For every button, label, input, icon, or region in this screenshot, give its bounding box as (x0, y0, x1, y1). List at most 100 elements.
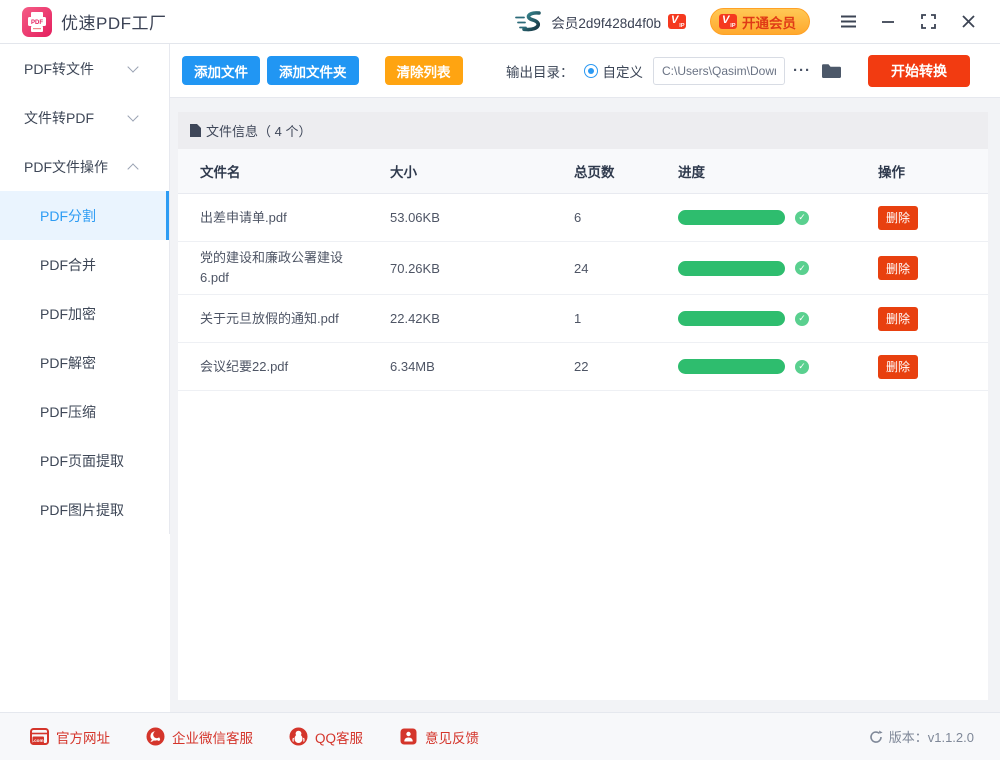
progress-cell: ✓ (678, 261, 878, 276)
progress-cell: ✓ (678, 210, 878, 225)
footer-link-label: QQ客服 (315, 727, 363, 747)
delete-button[interactable]: 删除 (878, 256, 918, 280)
footer-link[interactable]: .com (399, 727, 479, 747)
sidebar-item[interactable]: PDF解密 (0, 338, 169, 387)
delete-button[interactable]: 删除 (878, 206, 918, 230)
folder-icon (821, 63, 842, 79)
chevron-icon (127, 110, 138, 121)
progress-bar (678, 311, 785, 326)
footer-link[interactable]: .com (30, 727, 110, 747)
sidebar: PDF转文件 文件转PDF PDF文件操作 PDF分割 (0, 44, 170, 712)
browse-more-button[interactable]: ··· (793, 62, 811, 79)
sidebar-item-label: PDF转文件 (24, 59, 94, 79)
file-pages-cell: 6 (574, 210, 678, 225)
chevron-icon (127, 163, 138, 174)
progress-bar (678, 359, 785, 374)
member-name: 会员2d9f428d4f0b (551, 12, 661, 32)
close-icon[interactable] (952, 8, 984, 36)
sidebar-item-label: PDF压缩 (40, 402, 96, 422)
sidebar-item[interactable]: PDF分割 (0, 191, 169, 240)
footer-link-label: 企业微信客服 (172, 727, 253, 747)
file-panel: 文件信息（ 4 个） 文件名 大小 总页数 进度 操作 出差申请单.pdf 53… (178, 112, 988, 700)
col-header-pages: 总页数 (574, 161, 678, 181)
upgrade-vip-button[interactable]: V IP 开通会员 (710, 8, 810, 35)
app-title: 优速PDF工厂 (61, 9, 167, 34)
open-folder-button[interactable] (821, 63, 842, 79)
file-info-title: 文件信息（ 4 个） (206, 121, 311, 140)
maximize-icon[interactable] (912, 8, 944, 36)
sidebar-item[interactable]: PDF转文件 (0, 44, 169, 93)
action-cell: 删除 (878, 355, 988, 379)
sidebar-item[interactable]: PDF图片提取 (0, 485, 169, 534)
file-name-cell: 出差申请单.pdf (200, 202, 352, 234)
member-account[interactable]: 会员2d9f428d4f0b V IP (514, 10, 686, 34)
start-convert-button[interactable]: 开始转换 (868, 55, 970, 87)
toolbar: 添加文件 添加文件夹 清除列表 输出目录： 自定义 ··· 开始转换 (170, 44, 1000, 98)
table-row: 出差申请单.pdf 53.06KB 6 ✓ 删除 (178, 194, 988, 242)
sidebar-item-label: PDF文件操作 (24, 157, 108, 177)
add-file-button[interactable]: 添加文件 (182, 56, 260, 85)
table-row: 关于元旦放假的通知.pdf 22.42KB 1 ✓ 删除 (178, 295, 988, 343)
footer-links: .com (30, 727, 479, 747)
delete-button[interactable]: 删除 (878, 355, 918, 379)
sidebar-item[interactable]: PDF合并 (0, 240, 169, 289)
sidebar-item[interactable]: PDF页面提取 (0, 436, 169, 485)
progress-cell: ✓ (678, 311, 878, 326)
table-empty-space (178, 391, 988, 700)
footer: .com (0, 712, 1000, 760)
output-path-input[interactable] (653, 57, 785, 85)
footer-link-icon: .com (30, 727, 49, 746)
table-row: 会议纪要22.pdf 6.34MB 22 ✓ 删除 (178, 343, 988, 391)
vip-badge-icon: V IP (719, 14, 737, 29)
file-name-cell: 党的建设和廉政公署建设6.pdf (200, 242, 352, 294)
output-dir-label: 输出目录： (506, 61, 574, 81)
refresh-icon[interactable] (869, 730, 883, 744)
footer-link[interactable]: .com (289, 727, 363, 747)
add-folder-button[interactable]: 添加文件夹 (267, 56, 359, 85)
sidebar-item-label: PDF加密 (40, 304, 96, 324)
clear-list-button[interactable]: 清除列表 (385, 56, 463, 85)
footer-link-icon: .com (399, 727, 418, 746)
sidebar-item[interactable]: PDF压缩 (0, 387, 169, 436)
minimize-icon[interactable] (872, 8, 904, 36)
footer-link-icon: .com (146, 727, 165, 746)
delete-button[interactable]: 删除 (878, 307, 918, 331)
col-header-progress: 进度 (678, 161, 878, 181)
check-icon: ✓ (795, 261, 809, 275)
sidebar-item[interactable]: PDF文件操作 (0, 142, 169, 191)
file-pages-cell: 22 (574, 359, 678, 374)
sidebar-item[interactable]: PDF加密 (0, 289, 169, 338)
sidebar-item[interactable]: 文件转PDF (0, 93, 169, 142)
footer-link-icon: .com (289, 727, 308, 746)
custom-radio[interactable] (584, 64, 598, 78)
action-cell: 删除 (878, 307, 988, 331)
file-pages-cell: 1 (574, 311, 678, 326)
sidebar-nav: PDF转文件 文件转PDF PDF文件操作 PDF分割 (0, 44, 170, 534)
sidebar-item-label: PDF分割 (40, 206, 96, 226)
feedback-icon (399, 727, 418, 746)
main-area: PDF转文件 文件转PDF PDF文件操作 PDF分割 (0, 44, 1000, 712)
file-info-bar: 文件信息（ 4 个） (178, 112, 988, 149)
sidebar-item-label: PDF合并 (40, 255, 96, 275)
window-controls (832, 8, 984, 36)
version-info: 版本：v1.1.2.0 (869, 727, 974, 746)
upgrade-vip-label: 开通会员 (742, 12, 796, 32)
footer-link[interactable]: .com (146, 727, 253, 747)
content-area: 添加文件 添加文件夹 清除列表 输出目录： 自定义 ··· 开始转换 (170, 44, 1000, 712)
table-body: 出差申请单.pdf 53.06KB 6 ✓ 删除 (178, 194, 988, 391)
titlebar: PDF 优速PDF工厂 会员2d9f428d4f0b V IP V IP (0, 0, 1000, 44)
wechat-icon (146, 727, 165, 746)
sidebar-item-label: PDF图片提取 (40, 500, 124, 520)
swoosh-avatar-icon (514, 10, 544, 34)
file-name-cell: 关于元旦放假的通知.pdf (200, 303, 352, 335)
check-icon: ✓ (795, 211, 809, 225)
table-header: 文件名 大小 总页数 进度 操作 (178, 149, 988, 194)
progress-bar (678, 261, 785, 276)
custom-radio-label: 自定义 (603, 61, 644, 81)
version-label: 版本：v1.1.2.0 (889, 727, 974, 746)
sidebar-item-label: PDF解密 (40, 353, 96, 373)
footer-link-label: 意见反馈 (425, 727, 479, 747)
menu-icon[interactable] (832, 8, 864, 36)
col-header-name: 文件名 (200, 161, 390, 181)
document-icon (190, 124, 201, 137)
